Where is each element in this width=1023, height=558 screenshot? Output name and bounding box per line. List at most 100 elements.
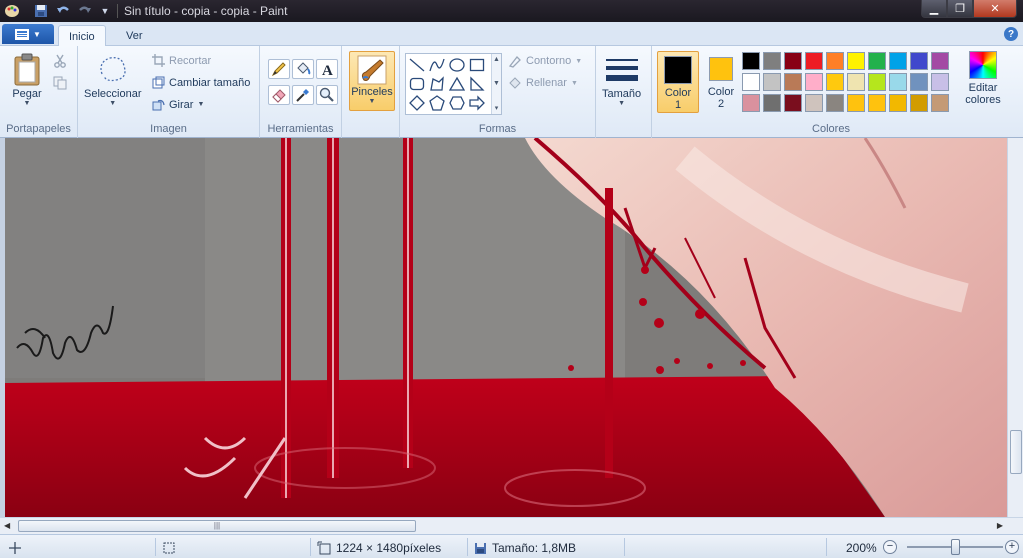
zoom-slider-thumb[interactable] — [951, 539, 960, 555]
palette-swatch[interactable] — [805, 73, 823, 91]
outline-button[interactable]: Contorno ▼ — [508, 54, 582, 68]
palette-swatch[interactable] — [889, 73, 907, 91]
fill-bucket-icon[interactable] — [292, 59, 314, 79]
fill-icon — [509, 77, 521, 89]
maximize-button[interactable]: ❐ — [947, 0, 973, 18]
palette-swatch[interactable] — [847, 94, 865, 112]
resize-button[interactable]: Cambiar tamaño — [152, 76, 250, 89]
palette-swatch[interactable] — [763, 94, 781, 112]
palette-swatch[interactable] — [763, 73, 781, 91]
palette-swatch[interactable] — [742, 52, 760, 70]
palette-swatch[interactable] — [763, 52, 781, 70]
undo-icon[interactable] — [55, 3, 71, 19]
palette-swatch[interactable] — [826, 73, 844, 91]
edit-colors-label-1: Editar — [968, 82, 998, 94]
polygon-shape-icon[interactable] — [428, 75, 446, 93]
color2-number: 2 — [717, 98, 725, 110]
group-label-formas: Formas — [478, 123, 517, 135]
save-icon[interactable] — [33, 3, 49, 19]
magnifier-icon[interactable] — [316, 85, 338, 105]
minimize-button[interactable]: ▁ — [921, 0, 947, 18]
help-icon[interactable]: ? — [1004, 27, 1018, 41]
color2-button[interactable]: Color 2 — [700, 51, 742, 113]
palette-swatch[interactable] — [868, 94, 886, 112]
horizontal-scrollbar[interactable]: ◀ ||| ▶ — [0, 517, 1023, 534]
tab-ver[interactable]: Ver — [116, 25, 153, 46]
rotate-label: Girar — [169, 98, 194, 111]
palette-swatch[interactable] — [931, 73, 949, 91]
rotate-icon — [152, 99, 165, 111]
tab-inicio[interactable]: Inicio — [58, 25, 106, 47]
palette-swatch[interactable] — [868, 52, 886, 70]
close-button[interactable]: ✕ — [973, 0, 1017, 18]
palette-swatch[interactable] — [784, 52, 802, 70]
rectangle-shape-icon[interactable] — [468, 56, 486, 74]
redo-icon[interactable] — [77, 3, 93, 19]
fill-button[interactable]: Rellenar ▼ — [508, 76, 578, 90]
zoom-out-icon[interactable]: − — [883, 540, 897, 554]
paste-button[interactable]: Pegar ▼ — [10, 52, 44, 107]
horizontal-scroll-thumb[interactable]: ||| — [18, 520, 416, 532]
right-arrow-shape-icon[interactable] — [468, 94, 486, 112]
file-size-text: Tamaño: 1,8MB — [492, 541, 577, 555]
group-label-herramientas: Herramientas — [267, 123, 334, 135]
paint-menu-icon — [15, 28, 30, 40]
palette-swatch[interactable] — [889, 52, 907, 70]
cut-icon[interactable] — [53, 54, 67, 68]
palette-swatch[interactable] — [784, 94, 802, 112]
scroll-right-arrow-icon[interactable]: ▶ — [997, 521, 1003, 530]
hexagon-shape-icon[interactable] — [448, 94, 466, 112]
group-formas: ▲ ▼ ▾ Contorno ▼ Rellenar ▼ Formas — [400, 46, 596, 138]
select-button[interactable]: Seleccionar ▼ — [84, 52, 141, 107]
color1-button[interactable]: Color 1 — [657, 51, 699, 113]
shapes-scrollbar[interactable]: ▲ ▼ ▾ — [491, 54, 501, 114]
palette-swatch[interactable] — [847, 73, 865, 91]
line-shape-icon[interactable] — [408, 56, 426, 74]
palette-swatch[interactable] — [805, 94, 823, 112]
pentagon-shape-icon[interactable] — [428, 94, 446, 112]
pencil-icon[interactable] — [268, 59, 290, 79]
palette-swatch[interactable] — [910, 73, 928, 91]
diamond-shape-icon[interactable] — [408, 94, 426, 112]
paint-menu-button[interactable]: ▼ — [2, 24, 54, 44]
paint-app-icon — [4, 3, 20, 19]
curve-shape-icon[interactable] — [428, 56, 446, 74]
brushes-button[interactable]: Pinceles ▼ — [349, 51, 395, 111]
copy-icon[interactable] — [53, 76, 67, 90]
palette-swatch[interactable] — [742, 94, 760, 112]
palette-swatch[interactable] — [910, 52, 928, 70]
outline-icon — [508, 56, 521, 68]
crop-button[interactable]: Recortar — [152, 54, 211, 67]
eraser-icon[interactable] — [268, 85, 290, 105]
scroll-left-arrow-icon[interactable]: ◀ — [4, 521, 10, 530]
canvas-area — [0, 138, 1023, 517]
palette-swatch[interactable] — [868, 73, 886, 91]
canvas-artwork — [5, 138, 1007, 517]
palette-swatch[interactable] — [784, 73, 802, 91]
svg-text:A: A — [322, 63, 333, 77]
vertical-scrollbar[interactable] — [1007, 138, 1023, 517]
zoom-in-icon[interactable]: + — [1005, 540, 1019, 554]
size-button[interactable]: Tamaño ▼ — [602, 52, 641, 107]
palette-swatch[interactable] — [826, 94, 844, 112]
palette-swatch[interactable] — [910, 94, 928, 112]
color-picker-icon[interactable] — [292, 85, 314, 105]
edit-colors-button[interactable]: Editar colores — [963, 51, 1003, 106]
palette-swatch[interactable] — [847, 52, 865, 70]
palette-swatch[interactable] — [931, 52, 949, 70]
rounded-rect-shape-icon[interactable] — [408, 75, 426, 93]
customize-quick-access-icon[interactable]: ▼ — [97, 3, 113, 19]
right-triangle-shape-icon[interactable] — [468, 75, 486, 93]
drawing-canvas[interactable] — [5, 138, 1007, 517]
palette-swatch[interactable] — [931, 94, 949, 112]
palette-swatch[interactable] — [742, 73, 760, 91]
vertical-scroll-thumb[interactable] — [1010, 430, 1022, 474]
oval-shape-icon[interactable] — [448, 56, 466, 74]
palette-swatch[interactable] — [826, 52, 844, 70]
text-tool-icon[interactable]: A — [316, 59, 338, 79]
group-label-portapapeles: Portapapeles — [6, 123, 71, 135]
palette-swatch[interactable] — [805, 52, 823, 70]
palette-swatch[interactable] — [889, 94, 907, 112]
rotate-button[interactable]: Girar ▼ — [152, 98, 204, 111]
triangle-shape-icon[interactable] — [448, 75, 466, 93]
